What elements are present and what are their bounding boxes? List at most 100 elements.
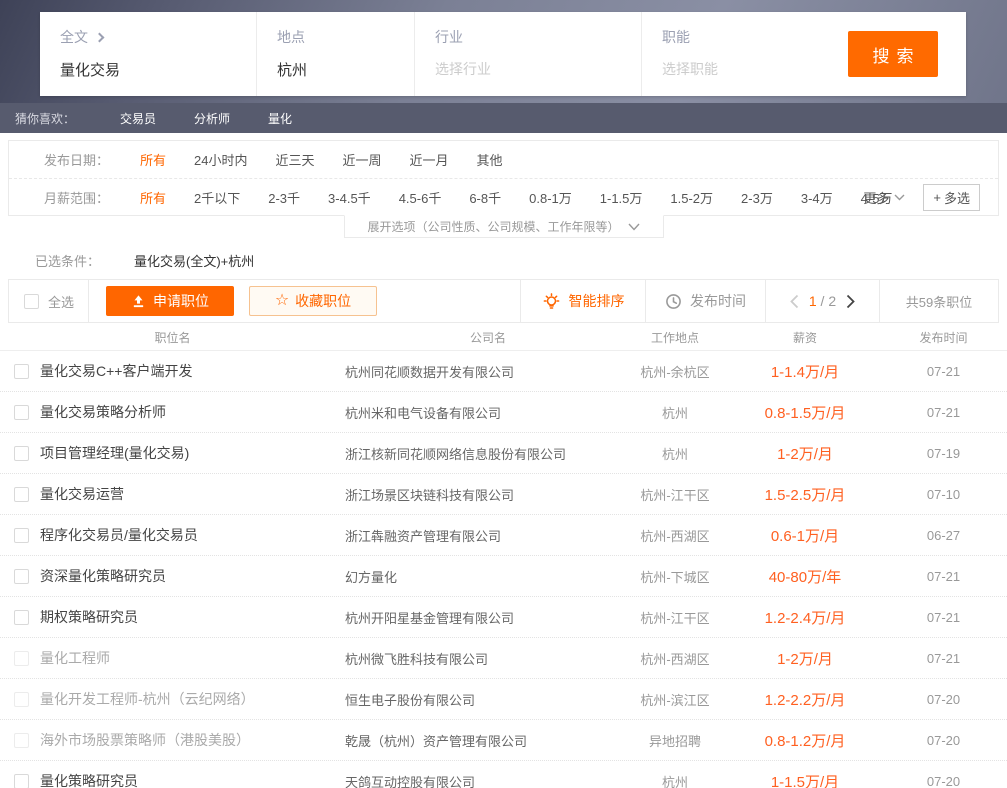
plus-icon: + <box>933 189 941 205</box>
table-row[interactable]: 量化交易策略分析师 杭州米和电气设备有限公司 杭州 0.8-1.5万/月 07-21 <box>0 392 1007 433</box>
row-checkbox[interactable] <box>14 486 29 502</box>
company-link[interactable]: 浙江场景区块链科技有限公司 <box>345 485 620 504</box>
date-filter-option[interactable]: 其他 <box>463 150 517 169</box>
table-row[interactable]: 项目管理经理(量化交易) 浙江核新同花顺网络信息股份有限公司 杭州 1-2万/月 07-… <box>0 433 1007 474</box>
table-row[interactable]: 量化开发工程师-杭州（云纪网络） 恒生电子股份有限公司 杭州-滨江区 1.2-2.2万… <box>0 679 1007 720</box>
company-link[interactable]: 恒生电子股份有限公司 <box>345 690 620 709</box>
job-title-link[interactable]: 量化交易C++客户端开发 <box>40 361 192 381</box>
company-link[interactable]: 杭州开阳星基金管理有限公司 <box>345 608 620 627</box>
more-dropdown[interactable]: 更多 <box>863 188 905 207</box>
job-title-link[interactable]: 量化交易运营 <box>40 484 124 504</box>
salary-filter-option[interactable]: 6-8千 <box>455 188 515 207</box>
row-checkbox[interactable] <box>14 404 29 420</box>
search-scope-selector[interactable]: 全文 <box>60 27 236 47</box>
multi-select-label: 多选 <box>943 190 970 206</box>
job-location: 异地招聘 <box>648 733 701 749</box>
job-location: 杭州-江干区 <box>640 487 710 503</box>
table-row[interactable]: 程序化交易员/量化交易员 浙江犇融资产管理有限公司 杭州-西湖区 0.6-1万/月 06… <box>0 515 1007 556</box>
next-page-button[interactable] <box>846 294 855 309</box>
job-location: 杭州 <box>661 774 688 788</box>
smart-sort-button[interactable]: 智能排序 <box>520 280 645 322</box>
job-title-link[interactable]: 量化策略研究员 <box>40 771 138 788</box>
salary-filter-option[interactable]: 3-4万 <box>787 188 847 207</box>
location-field[interactable]: 地点 杭州 <box>256 12 414 96</box>
salary-filter-option[interactable]: 1-1.5万 <box>586 188 657 207</box>
date-filter-option[interactable]: 近一月 <box>396 150 463 169</box>
publish-time-sort-button[interactable]: 发布时间 <box>645 280 765 322</box>
job-location: 杭州 <box>661 446 688 462</box>
salary-filter-option[interactable]: 2-3千 <box>254 188 314 207</box>
row-checkbox[interactable] <box>14 732 29 748</box>
job-title-link[interactable]: 海外市场股票策略师（港股美股） <box>40 730 250 750</box>
expand-options-tab[interactable]: 展开选项（公司性质、公司规模、工作年限等） <box>343 215 664 238</box>
job-title-link[interactable]: 期权策略研究员 <box>40 607 138 627</box>
row-checkbox[interactable] <box>14 773 29 788</box>
company-link[interactable]: 天鸽互动控股有限公司 <box>345 772 620 788</box>
date-filter-option[interactable]: 近一周 <box>329 150 396 169</box>
keyword-field[interactable]: 全文 量化交易 <box>40 12 256 96</box>
upload-icon <box>133 294 144 307</box>
row-checkbox[interactable] <box>14 527 29 543</box>
table-row[interactable]: 量化交易运营 浙江场景区块链科技有限公司 杭州-江干区 1.5-2.5万/月 07-10 <box>0 474 1007 515</box>
salary-filter-option[interactable]: 2千以下 <box>180 188 254 207</box>
date-filter-selected[interactable]: 所有 <box>140 150 166 169</box>
row-checkbox[interactable] <box>14 445 29 461</box>
company-link[interactable]: 杭州微飞胜科技有限公司 <box>345 649 620 668</box>
salary-filter-option[interactable]: 3-4.5千 <box>314 188 385 207</box>
job-title-link[interactable]: 量化交易策略分析师 <box>40 402 166 422</box>
date-filter-option[interactable]: 24小时内 <box>180 150 261 169</box>
row-checkbox[interactable] <box>14 609 29 625</box>
job-title-link[interactable]: 资深量化策略研究员 <box>40 566 166 586</box>
job-location: 杭州 <box>661 405 688 421</box>
table-row[interactable]: 海外市场股票策略师（港股美股） 乾晟（杭州）资产管理有限公司 异地招聘 0.8-1.2… <box>0 720 1007 761</box>
salary-filter-option[interactable]: 0.8-1万 <box>515 188 586 207</box>
location-value[interactable]: 杭州 <box>277 59 394 80</box>
company-link[interactable]: 浙江核新同花顺网络信息股份有限公司 <box>345 444 620 463</box>
salary-filter-option[interactable]: 1.5-2万 <box>656 188 727 207</box>
company-link[interactable]: 幻方量化 <box>345 567 620 586</box>
date-filter-option[interactable]: 近三天 <box>261 150 328 169</box>
total-jobs-count: 共59条职位 <box>879 280 998 322</box>
publish-time-label: 发布时间 <box>690 293 746 309</box>
table-row[interactable]: 量化策略研究员 天鸽互动控股有限公司 杭州 1-1.5万/月 07-20 <box>0 761 1007 788</box>
pagination: 1 / 2 <box>765 280 879 322</box>
job-title-link[interactable]: 量化工程师 <box>40 648 110 668</box>
search-button[interactable]: 搜索 <box>848 31 938 77</box>
job-salary: 1-2万/月 <box>777 650 833 668</box>
multi-select-button[interactable]: + 多选 <box>923 183 980 211</box>
row-checkbox[interactable] <box>14 691 29 707</box>
company-link[interactable]: 乾晟（杭州）资产管理有限公司 <box>345 731 620 750</box>
salary-filter-option[interactable]: 4.5-6千 <box>385 188 456 207</box>
keyword-value[interactable]: 量化交易 <box>60 59 236 80</box>
row-checkbox[interactable] <box>14 568 29 584</box>
company-link[interactable]: 浙江犇融资产管理有限公司 <box>345 526 620 545</box>
salary-filter-option[interactable]: 2-3万 <box>727 188 787 207</box>
suggest-keyword-link[interactable]: 分析师 <box>194 110 230 127</box>
select-all-checkbox[interactable] <box>24 293 39 309</box>
job-title-link[interactable]: 项目管理经理(量化交易) <box>40 443 189 463</box>
table-row[interactable]: 期权策略研究员 杭州开阳星基金管理有限公司 杭州-江干区 1.2-2.4万/月 07-2… <box>0 597 1007 638</box>
table-row[interactable]: 量化工程师 杭州微飞胜科技有限公司 杭州-西湖区 1-2万/月 07-21 <box>0 638 1007 679</box>
job-location: 杭州-滨江区 <box>640 692 710 708</box>
selected-conditions-label: 已选条件： <box>35 254 101 269</box>
job-title-link[interactable]: 程序化交易员/量化交易员 <box>40 525 198 545</box>
company-link[interactable]: 杭州同花顺数据开发有限公司 <box>345 362 620 381</box>
job-location: 杭州-西湖区 <box>640 528 710 544</box>
table-row[interactable]: 资深量化策略研究员 幻方量化 杭州-下城区 40-80万/年 07-21 <box>0 556 1007 597</box>
industry-placeholder[interactable]: 选择行业 <box>435 59 621 79</box>
header-date: 发布时间 <box>919 331 968 345</box>
suggest-keyword-link[interactable]: 交易员 <box>120 110 156 127</box>
row-checkbox[interactable] <box>14 363 29 379</box>
company-link[interactable]: 杭州米和电气设备有限公司 <box>345 403 620 422</box>
function-label: 职能 <box>662 29 690 45</box>
favorite-jobs-button[interactable]: ☆ 收藏职位 <box>249 286 377 316</box>
table-row[interactable]: 量化交易C++客户端开发 杭州同花顺数据开发有限公司 杭州-余杭区 1-1.4万/月 0… <box>0 351 1007 392</box>
prev-page-button[interactable] <box>790 294 799 309</box>
industry-field[interactable]: 行业 选择行业 <box>414 12 641 96</box>
job-location: 杭州-西湖区 <box>640 651 710 667</box>
row-checkbox[interactable] <box>14 650 29 666</box>
job-title-link[interactable]: 量化开发工程师-杭州（云纪网络） <box>40 689 255 709</box>
salary-filter-selected[interactable]: 所有 <box>140 188 166 207</box>
apply-jobs-button[interactable]: 申请职位 <box>106 286 234 316</box>
suggest-keyword-link[interactable]: 量化 <box>268 110 292 127</box>
